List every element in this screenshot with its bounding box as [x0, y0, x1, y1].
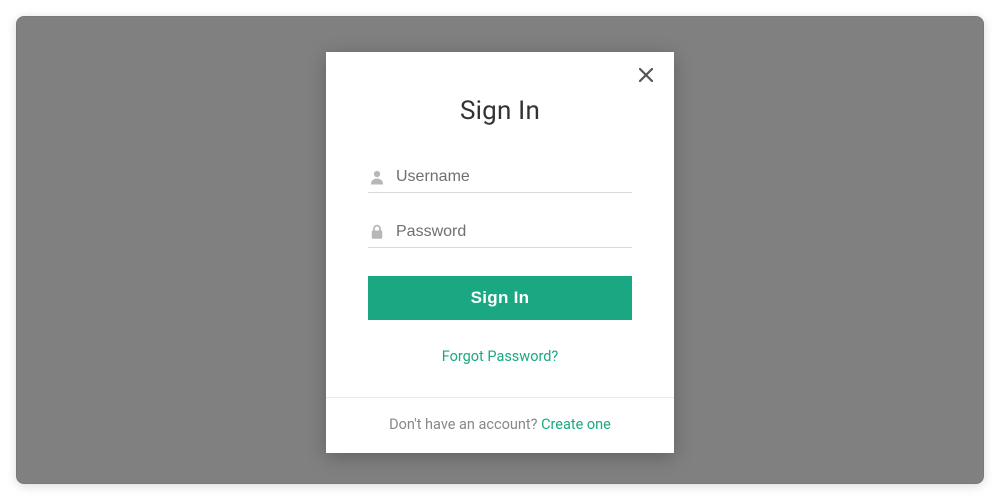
user-icon [368, 168, 386, 186]
close-icon [639, 68, 653, 82]
password-field[interactable] [368, 223, 632, 248]
username-input[interactable] [396, 168, 632, 186]
modal-body: Sign In Sign In Forgot Password? [326, 52, 674, 397]
modal-footer: Don't have an account? Create one [326, 397, 674, 453]
signin-button[interactable]: Sign In [368, 276, 632, 320]
password-input[interactable] [396, 223, 632, 241]
modal-backdrop: Sign In Sign In Forgot Password? Don't h… [16, 16, 984, 484]
forgot-password-link[interactable]: Forgot Password? [368, 348, 632, 365]
close-button[interactable] [636, 68, 656, 88]
footer-prompt: Don't have an account? [389, 416, 541, 433]
lock-icon [368, 223, 386, 241]
create-account-link[interactable]: Create one [541, 416, 611, 433]
modal-title: Sign In [368, 96, 632, 126]
username-field[interactable] [368, 168, 632, 193]
signin-modal: Sign In Sign In Forgot Password? Don't h… [326, 52, 674, 453]
